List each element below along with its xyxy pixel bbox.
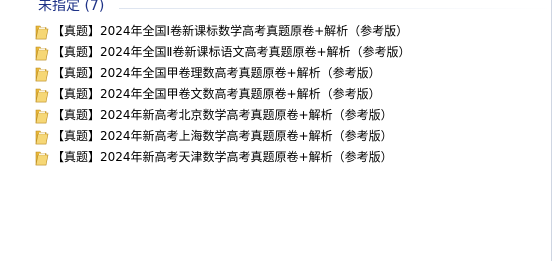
file-name: 【真题】2024年全国甲卷文数高考真题原卷+解析（参考版） <box>52 87 381 101</box>
file-name: 【真题】2024年全国甲卷理数高考真题原卷+解析（参考版） <box>52 66 381 80</box>
group-header[interactable]: 未指定 (7) <box>0 0 552 17</box>
list-item[interactable]: 【真题】2024年新高考上海数学高考真题原卷+解析（参考版） <box>0 126 552 147</box>
list-item[interactable]: 【真题】2024年新高考北京数学高考真题原卷+解析（参考版） <box>0 105 552 126</box>
list-item[interactable]: 【真题】2024年全国Ⅰ卷新课标数学高考真题原卷+解析（参考版） <box>0 21 552 42</box>
folder-icon <box>35 67 49 82</box>
list-item[interactable]: 【真题】2024年全国甲卷文数高考真题原卷+解析（参考版） <box>0 84 552 105</box>
file-name: 【真题】2024年新高考天津数学高考真题原卷+解析（参考版） <box>52 150 393 164</box>
list-item[interactable]: 【真题】2024年新高考天津数学高考真题原卷+解析（参考版） <box>0 147 552 168</box>
list-item[interactable]: 【真题】2024年全国Ⅱ卷新课标语文高考真题原卷+解析（参考版） <box>0 42 552 63</box>
group-divider <box>119 8 552 9</box>
folder-icon <box>35 88 49 103</box>
folder-icon <box>35 46 49 61</box>
folder-icon <box>35 130 49 145</box>
folder-icon <box>35 109 49 124</box>
file-name: 【真题】2024年全国Ⅱ卷新课标语文高考真题原卷+解析（参考版） <box>52 45 411 59</box>
list-item[interactable]: 【真题】2024年全国甲卷理数高考真题原卷+解析（参考版） <box>0 63 552 84</box>
file-name: 【真题】2024年新高考北京数学高考真题原卷+解析（参考版） <box>52 108 393 122</box>
file-name: 【真题】2024年全国Ⅰ卷新课标数学高考真题原卷+解析（参考版） <box>52 24 409 38</box>
group-title[interactable]: 未指定 (7) <box>38 0 104 15</box>
folder-icon <box>35 25 49 40</box>
file-list-pane: 未指定 (7) 【真题】2024年全国Ⅰ卷新课标数学高考真题原卷+解析（参考版）… <box>0 0 552 261</box>
file-name: 【真题】2024年新高考上海数学高考真题原卷+解析（参考版） <box>52 129 393 143</box>
folder-icon <box>35 151 49 166</box>
file-list: 【真题】2024年全国Ⅰ卷新课标数学高考真题原卷+解析（参考版） 【真题】202… <box>0 21 552 168</box>
